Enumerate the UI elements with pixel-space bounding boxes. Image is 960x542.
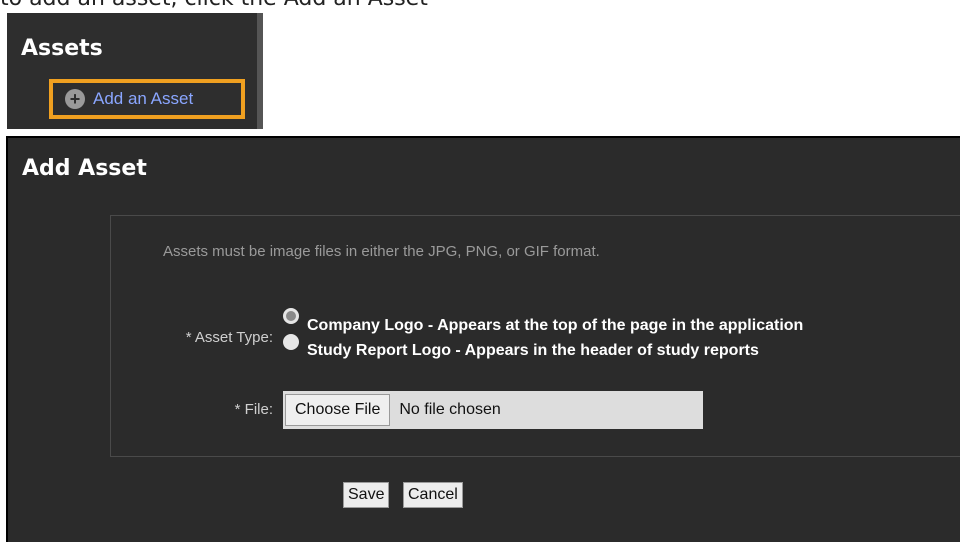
radio-company-logo-label[interactable]: Company Logo - Appears at the top of the… [307,317,803,335]
dialog-form: Assets must be image files in either the… [110,215,960,457]
save-button[interactable]: Save [343,482,390,508]
radio-study-report-logo[interactable] [283,334,299,350]
format-info-text: Assets must be image files in either the… [163,243,600,260]
radio-company-logo[interactable] [283,308,299,324]
add-asset-dialog: Add Asset Assets must be image files in … [6,136,960,542]
plus-circle-icon: + [65,89,85,109]
radio-study-report-logo-label[interactable]: Study Report Logo - Appears in the heade… [307,342,759,360]
file-status-text: No file chosen [399,401,501,418]
cancel-button[interactable]: Cancel [403,482,463,508]
file-input[interactable]: Choose File No file chosen [283,391,703,429]
add-asset-link[interactable]: + Add an Asset [49,79,245,119]
tutorial-caption: to add an asset, click the Add an Asset [0,0,428,14]
asset-type-label: * Asset Type: [185,329,273,346]
assets-heading: Assets [21,36,103,61]
dialog-title: Add Asset [22,156,147,181]
add-asset-label: Add an Asset [93,89,194,108]
file-label: * File: [234,401,273,418]
choose-file-button[interactable]: Choose File [285,394,391,426]
